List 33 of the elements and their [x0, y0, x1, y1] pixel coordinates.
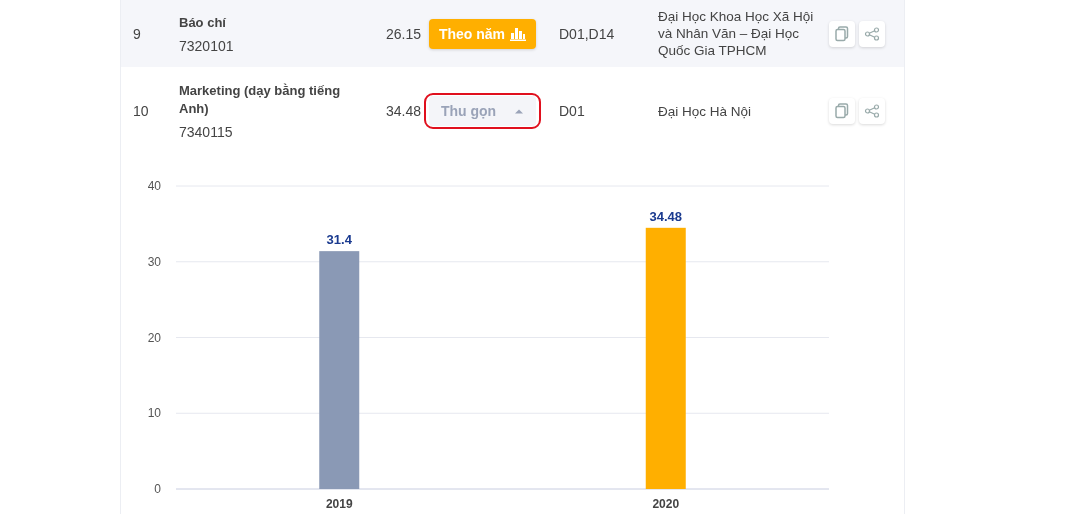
y-axis-label: 0 — [154, 482, 161, 496]
y-axis-label: 10 — [147, 406, 161, 421]
caret-up-icon — [514, 108, 525, 114]
x-axis-label: 2019 — [325, 497, 353, 511]
copy-button[interactable] — [829, 98, 855, 124]
university-name: Đại Học Hà Nội — [658, 102, 753, 120]
major-code: 7320101 — [179, 37, 235, 54]
row-number: 9 — [132, 25, 142, 42]
major-name: Báo chí — [179, 13, 227, 32]
share-icon — [864, 104, 880, 118]
share-icon — [864, 26, 880, 41]
collapse-button[interactable]: Thu gọn — [428, 96, 537, 126]
share-button[interactable] — [859, 98, 885, 124]
university-name: Đại Học Khoa Học Xã Hội và Nhân Văn – Đại Học Quốc Gia TPHCM — [658, 8, 815, 59]
copy-icon — [835, 25, 849, 42]
major-code: 7340115 — [179, 124, 234, 140]
row-number: 10 — [132, 103, 150, 119]
y-axis-label: 40 — [147, 179, 161, 193]
bar-chart-icon — [510, 26, 527, 41]
score: 26.15 — [384, 25, 421, 42]
score: 34.48 — [384, 103, 421, 119]
subject-combination: D01,D14 — [558, 25, 616, 42]
y-axis-label: 30 — [147, 254, 161, 269]
data-label: 31.4 — [326, 232, 352, 248]
by-year-button[interactable]: Theo năm — [428, 18, 537, 49]
y-axis-label: 20 — [147, 330, 161, 345]
copy-icon — [835, 103, 849, 119]
major-name: Marketing (dạy bằng tiếng Anh) — [179, 82, 342, 118]
subject-combination: D01 — [558, 103, 586, 119]
share-button[interactable] — [859, 20, 885, 47]
copy-button[interactable] — [829, 20, 855, 47]
data-label: 34.48 — [649, 208, 682, 224]
x-axis-label: 2020 — [652, 497, 680, 511]
